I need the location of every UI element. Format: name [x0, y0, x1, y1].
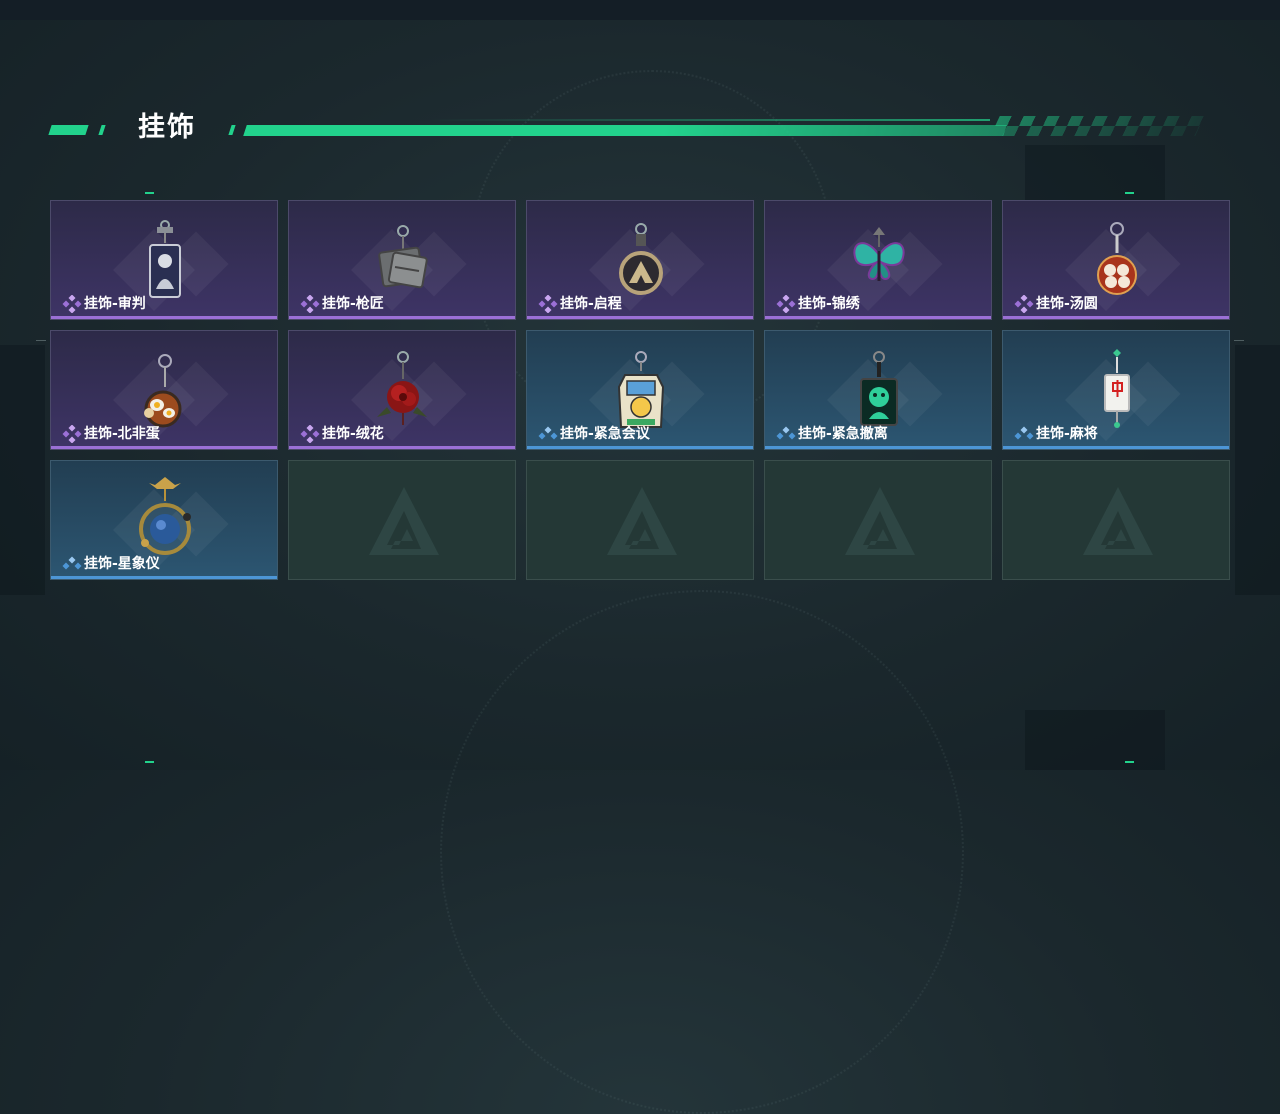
charm-card[interactable]: 挂饰-紧急会议	[526, 330, 754, 450]
rarity-bar	[527, 316, 753, 319]
header-accent-dash	[228, 125, 236, 135]
charm-card[interactable]: 挂饰-汤圆	[1002, 200, 1230, 320]
empty-slot	[764, 460, 992, 580]
charm-label: 挂饰-星象仪	[84, 556, 160, 572]
rarity-bar	[1003, 446, 1229, 449]
game-logo-icon	[1083, 487, 1153, 555]
charm-label: 挂饰-汤圆	[1036, 296, 1098, 312]
charm-card[interactable]: 挂饰-审判	[50, 200, 278, 320]
header-accent-line	[430, 119, 990, 121]
background-shape	[1235, 345, 1280, 595]
charm-label: 挂饰-紧急会议	[560, 426, 650, 442]
charm-card[interactable]: 挂饰-锦绣	[764, 200, 992, 320]
section-header: 挂饰	[48, 110, 1205, 146]
charm-label: 挂饰-麻将	[1036, 426, 1098, 442]
corner-tick	[1125, 192, 1134, 194]
rarity-rare-icon	[62, 556, 82, 570]
charm-card[interactable]: 挂饰-星象仪	[50, 460, 278, 580]
background-shape	[1025, 145, 1165, 205]
charm-label: 挂饰-紧急撤离	[798, 426, 888, 442]
rarity-bar	[51, 316, 277, 319]
page-title: 挂饰	[138, 112, 196, 143]
rarity-bar	[1003, 316, 1229, 319]
empty-slot	[1002, 460, 1230, 580]
header-checker-pattern	[990, 116, 1205, 136]
charm-card[interactable]: 挂饰-北非蛋	[50, 330, 278, 450]
top-bar	[0, 0, 1280, 20]
charm-label: 挂饰-启程	[560, 296, 622, 312]
background-shape	[0, 345, 45, 595]
empty-slot	[526, 460, 754, 580]
rarity-epic-icon	[1014, 295, 1034, 313]
charm-label: 挂饰-锦绣	[798, 296, 860, 312]
charm-label: 挂饰-北非蛋	[84, 426, 160, 442]
rarity-rare-icon	[776, 426, 796, 440]
charm-card[interactable]: 挂饰-绒花	[288, 330, 516, 450]
rarity-bar	[527, 446, 753, 449]
charm-label: 挂饰-枪匠	[322, 296, 384, 312]
rarity-rare-icon	[1014, 426, 1034, 440]
charm-card[interactable]: 挂饰-枪匠	[288, 200, 516, 320]
corner-tick	[1125, 761, 1134, 763]
rarity-epic-icon	[538, 295, 558, 313]
charm-label: 挂饰-绒花	[322, 426, 384, 442]
background-shape	[1025, 710, 1165, 770]
charm-card[interactable]: 挂饰-启程	[526, 200, 754, 320]
charm-card[interactable]: 挂饰-麻将	[1002, 330, 1230, 450]
rarity-rare-icon	[538, 426, 558, 440]
rarity-bar	[51, 446, 277, 449]
header-accent-dash	[48, 125, 89, 135]
rarity-bar	[51, 576, 277, 579]
charm-card[interactable]: 挂饰-紧急撤离	[764, 330, 992, 450]
charm-label: 挂饰-审判	[84, 296, 146, 312]
rarity-epic-icon	[62, 425, 82, 443]
corner-tick	[145, 192, 154, 194]
rarity-epic-icon	[62, 295, 82, 313]
rarity-epic-icon	[300, 295, 320, 313]
header-accent-bar	[243, 125, 1007, 136]
rarity-bar	[289, 316, 515, 319]
rarity-bar	[289, 446, 515, 449]
header-accent-dash	[98, 125, 106, 135]
side-tick-left	[36, 340, 46, 341]
rarity-epic-icon	[776, 295, 796, 313]
game-logo-icon	[607, 487, 677, 555]
rarity-epic-icon	[300, 425, 320, 443]
corner-tick	[145, 761, 154, 763]
empty-slot	[288, 460, 516, 580]
game-logo-icon	[845, 487, 915, 555]
rarity-bar	[765, 446, 991, 449]
background-ring	[440, 590, 964, 1114]
game-logo-icon	[369, 487, 439, 555]
side-tick-right	[1234, 340, 1244, 341]
rarity-bar	[765, 316, 991, 319]
